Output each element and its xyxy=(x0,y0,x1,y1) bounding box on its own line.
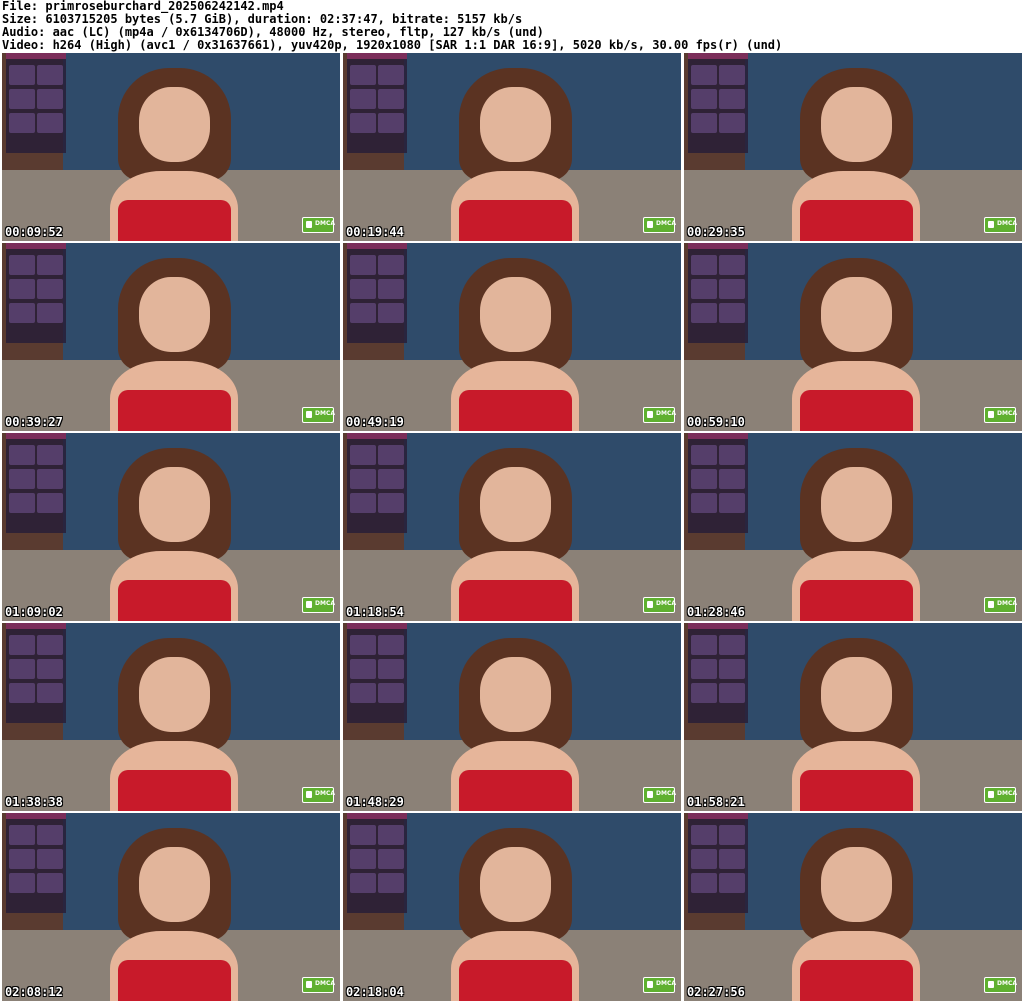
video-thumbnail[interactable]: DMCA 00:19:44 xyxy=(343,53,681,241)
thumbnail-timestamp: 00:59:10 xyxy=(687,415,745,429)
thumbnail-timestamp: 01:38:38 xyxy=(5,795,63,809)
overlay-panel xyxy=(688,623,748,723)
person-figure xyxy=(444,68,586,241)
dmca-badge-icon: DMCA xyxy=(643,787,676,803)
dmca-badge-icon: DMCA xyxy=(643,977,676,993)
person-figure xyxy=(103,68,245,241)
person-figure xyxy=(444,828,586,1001)
dmca-badge-icon: DMCA xyxy=(302,407,335,423)
overlay-panel xyxy=(6,623,66,723)
overlay-panel xyxy=(6,53,66,153)
overlay-panel xyxy=(688,433,748,533)
overlay-panel xyxy=(6,433,66,533)
thumbnail-timestamp: 00:29:35 xyxy=(687,225,745,239)
video-thumbnail[interactable]: DMCA 00:39:27 xyxy=(2,243,340,431)
overlay-panel xyxy=(688,813,748,913)
dmca-badge-icon: DMCA xyxy=(643,407,676,423)
dmca-badge-icon: DMCA xyxy=(643,597,676,613)
video-thumbnail[interactable]: DMCA 00:59:10 xyxy=(684,243,1022,431)
dmca-badge-icon: DMCA xyxy=(302,597,335,613)
thumbnail-timestamp: 00:09:52 xyxy=(5,225,63,239)
person-figure xyxy=(103,258,245,431)
file-info-header: File: primroseburchard_202506242142.mp4 … xyxy=(2,0,1022,52)
person-figure xyxy=(785,258,927,431)
video-thumbnail[interactable]: DMCA 02:18:04 xyxy=(343,813,681,1001)
dmca-badge-icon: DMCA xyxy=(984,597,1017,613)
dmca-badge-icon: DMCA xyxy=(643,217,676,233)
video-thumbnail[interactable]: DMCA 02:08:12 xyxy=(2,813,340,1001)
video-thumbnail[interactable]: DMCA 01:48:29 xyxy=(343,623,681,811)
person-figure xyxy=(785,448,927,621)
person-figure xyxy=(444,448,586,621)
dmca-badge-icon: DMCA xyxy=(302,787,335,803)
video-thumbnail[interactable]: DMCA 02:27:56 xyxy=(684,813,1022,1001)
person-figure xyxy=(103,638,245,811)
overlay-panel xyxy=(347,813,407,913)
file-size: Size: 6103715205 bytes (5.7 GiB), durati… xyxy=(2,13,523,26)
overlay-panel xyxy=(688,243,748,343)
thumbnail-timestamp: 00:49:19 xyxy=(346,415,404,429)
video-thumbnail[interactable]: DMCA 01:18:54 xyxy=(343,433,681,621)
thumbnail-timestamp: 02:18:04 xyxy=(346,985,404,999)
person-figure xyxy=(444,638,586,811)
person-figure xyxy=(785,638,927,811)
thumbnail-timestamp: 01:58:21 xyxy=(687,795,745,809)
overlay-panel xyxy=(6,813,66,913)
overlay-panel xyxy=(347,623,407,723)
video-thumbnail[interactable]: DMCA 01:09:02 xyxy=(2,433,340,621)
thumbnail-timestamp: 02:27:56 xyxy=(687,985,745,999)
file-name: File: primroseburchard_202506242142.mp4 xyxy=(2,0,284,13)
person-figure xyxy=(785,828,927,1001)
dmca-badge-icon: DMCA xyxy=(984,217,1017,233)
thumbnail-timestamp: 01:48:29 xyxy=(346,795,404,809)
audio-info: Audio: aac (LC) (mp4a / 0x6134706D), 480… xyxy=(2,26,544,39)
person-figure xyxy=(444,258,586,431)
dmca-badge-icon: DMCA xyxy=(984,787,1017,803)
video-thumbnail[interactable]: DMCA 01:28:46 xyxy=(684,433,1022,621)
video-thumbnail[interactable]: DMCA 00:29:35 xyxy=(684,53,1022,241)
video-info: Video: h264 (High) (avc1 / 0x31637661), … xyxy=(2,39,783,52)
video-thumbnail[interactable]: DMCA 00:49:19 xyxy=(343,243,681,431)
person-figure xyxy=(785,68,927,241)
thumbnail-grid: DMCA 00:09:52 DMCA 00:19:44 DMCA 00:29:35 DMCA… xyxy=(2,53,1023,1001)
thumbnail-timestamp: 01:09:02 xyxy=(5,605,63,619)
person-figure xyxy=(103,448,245,621)
overlay-panel xyxy=(6,243,66,343)
video-thumbnail[interactable]: DMCA 01:38:38 xyxy=(2,623,340,811)
overlay-panel xyxy=(347,433,407,533)
video-thumbnail[interactable]: DMCA 01:58:21 xyxy=(684,623,1022,811)
thumbnail-timestamp: 01:28:46 xyxy=(687,605,745,619)
overlay-panel xyxy=(347,53,407,153)
overlay-panel xyxy=(347,243,407,343)
thumbnail-timestamp: 00:19:44 xyxy=(346,225,404,239)
overlay-panel xyxy=(688,53,748,153)
thumbnail-timestamp: 02:08:12 xyxy=(5,985,63,999)
dmca-badge-icon: DMCA xyxy=(984,407,1017,423)
dmca-badge-icon: DMCA xyxy=(302,217,335,233)
video-thumbnail[interactable]: DMCA 00:09:52 xyxy=(2,53,340,241)
thumbnail-timestamp: 01:18:54 xyxy=(346,605,404,619)
dmca-badge-icon: DMCA xyxy=(302,977,335,993)
thumbnail-timestamp: 00:39:27 xyxy=(5,415,63,429)
dmca-badge-icon: DMCA xyxy=(984,977,1017,993)
person-figure xyxy=(103,828,245,1001)
